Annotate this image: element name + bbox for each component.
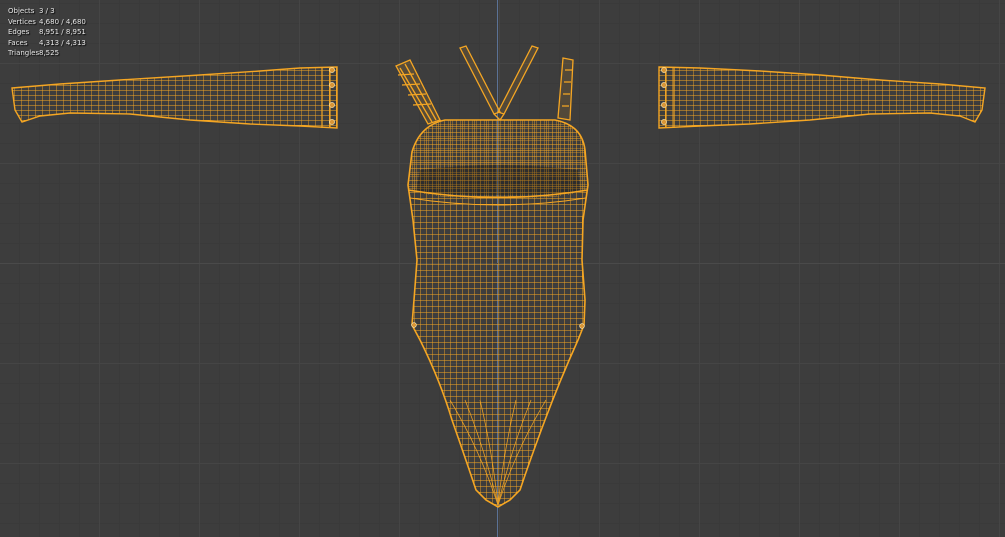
wireframe-mesh-canvas[interactable] xyxy=(0,0,1005,537)
right-sleeve-mesh[interactable] xyxy=(655,60,990,135)
straps-mesh[interactable] xyxy=(395,45,574,125)
bodysuit-mesh[interactable] xyxy=(400,115,600,510)
left-sleeve-mesh[interactable] xyxy=(10,60,340,135)
